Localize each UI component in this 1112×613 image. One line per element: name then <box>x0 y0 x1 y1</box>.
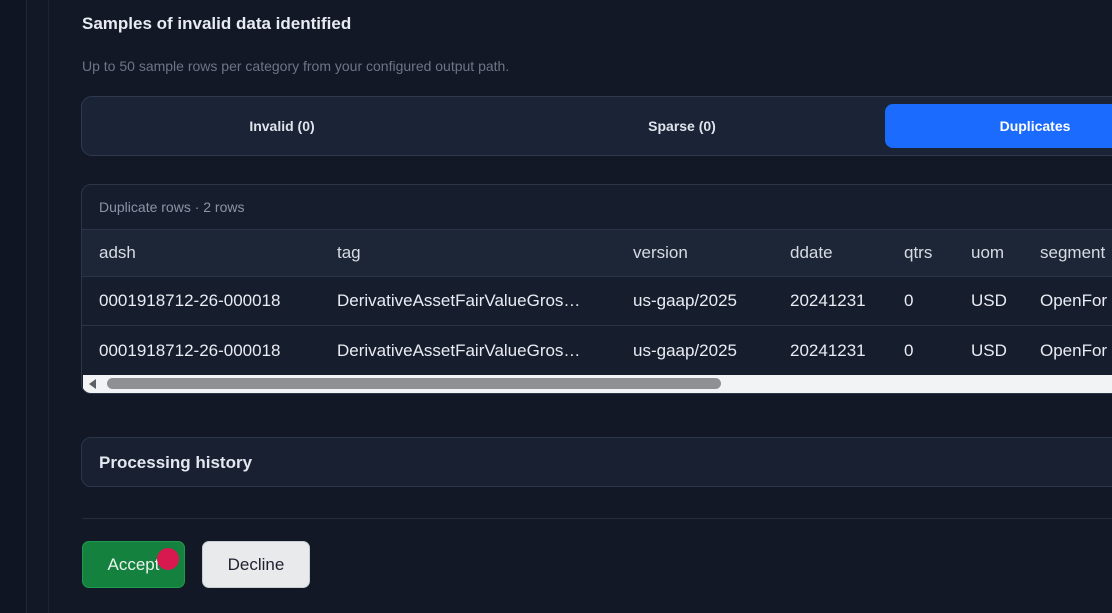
section-subtitle: Up to 50 sample rows per category from y… <box>82 58 510 74</box>
decline-button[interactable]: Decline <box>202 541 310 588</box>
processing-history-label: Processing history <box>99 453 253 472</box>
scrollbar-thumb[interactable] <box>107 378 721 389</box>
column-header-tag[interactable]: tag <box>337 230 607 276</box>
cell-adsh: 0001918712-26-000018 <box>99 291 281 310</box>
column-header-adsh[interactable]: adsh <box>99 230 329 276</box>
column-header-version[interactable]: version <box>633 230 783 276</box>
column-header-ddate[interactable]: ddate <box>790 230 900 276</box>
cell-uom: USD <box>971 291 1007 310</box>
duplicates-table: Duplicate rows · 2 rows adsh tag version… <box>81 184 1112 394</box>
column-header-uom[interactable]: uom <box>971 230 1031 276</box>
divider <box>82 518 1112 519</box>
table-caption: Duplicate rows · 2 rows <box>99 199 245 215</box>
cell-qtrs: 0 <box>904 340 914 360</box>
cell-version: us-gaap/2025 <box>633 291 737 310</box>
cell-uom: USD <box>971 340 1007 360</box>
table-row: 0001918712-26-000018 DerivativeAssetFair… <box>82 277 1112 326</box>
tab-invalid[interactable]: Invalid (0) <box>82 104 482 148</box>
cell-ddate: 20241231 <box>790 340 866 360</box>
category-tabs: Invalid (0) Sparse (0) Duplicates <box>81 96 1112 156</box>
section-title: Samples of invalid data identified <box>82 14 352 33</box>
page: Samples of invalid data identified Up to… <box>0 0 1112 613</box>
column-header-segment[interactable]: segment <box>1040 230 1112 276</box>
cell-version: us-gaap/2025 <box>633 340 737 360</box>
cursor-indicator <box>157 548 179 570</box>
cell-segment: OpenFor <box>1040 340 1108 360</box>
tab-sparse[interactable]: Sparse (0) <box>482 104 882 148</box>
left-sidebar-edge <box>0 0 27 613</box>
scroll-left-arrow-icon[interactable] <box>89 379 96 389</box>
cell-ddate: 20241231 <box>790 291 866 310</box>
left-divider <box>48 0 49 613</box>
horizontal-scrollbar[interactable] <box>83 375 1112 393</box>
cell-tag: DerivativeAssetFairValueGros… <box>337 291 581 310</box>
cell-adsh: 0001918712-26-000018 <box>99 340 281 360</box>
column-header-qtrs[interactable]: qtrs <box>904 230 964 276</box>
tab-duplicates[interactable]: Duplicates <box>885 104 1112 148</box>
cell-segment: OpenFor <box>1040 291 1108 310</box>
cell-qtrs: 0 <box>904 291 914 310</box>
processing-history-panel[interactable]: Processing history <box>81 437 1112 487</box>
table-row: 0001918712-26-000018 DerivativeAssetFair… <box>82 326 1112 375</box>
table-header: adsh tag version ddate qtrs uom segment <box>82 229 1112 277</box>
cell-tag: DerivativeAssetFairValueGros… <box>337 340 581 360</box>
